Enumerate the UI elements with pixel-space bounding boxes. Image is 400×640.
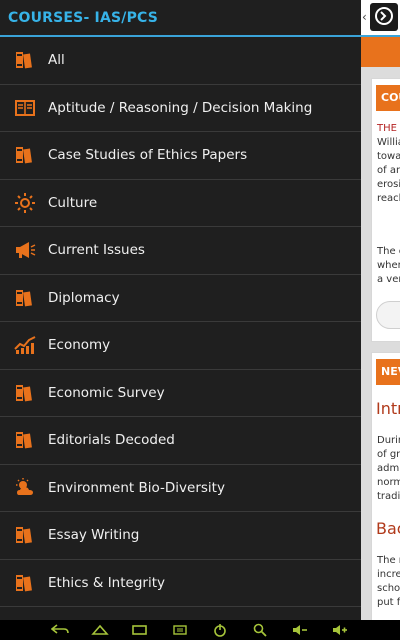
app-logo[interactable] <box>370 3 398 31</box>
books-icon <box>14 524 36 546</box>
menu-item-economic-survey[interactable]: Economic Survey <box>0 370 361 417</box>
category-list: All Aptitude / Reasoning / Decision Makin… <box>0 37 361 607</box>
menu-item-culture[interactable]: Culture <box>0 180 361 227</box>
card-line: THE C <box>377 123 400 134</box>
back-chevron-icon[interactable]: ‹ <box>362 10 367 24</box>
news-line: The n <box>377 555 400 566</box>
card-line: erosi <box>377 179 400 190</box>
book-list-icon <box>14 97 36 119</box>
menu-item-ethics-integrity[interactable]: Ethics & Integrity <box>0 560 361 607</box>
menu-item-label: Economy <box>48 337 111 354</box>
system-nav-bar <box>0 620 400 640</box>
courses-card-header: COU <box>376 85 400 111</box>
news-title: Intr <box>376 399 400 418</box>
menu-icon[interactable] <box>171 623 189 637</box>
menu-item-economy[interactable]: Economy <box>0 322 361 370</box>
news-subtitle: Bac <box>376 519 400 538</box>
card-line: Willia <box>377 137 400 148</box>
menu-item-label: Culture <box>48 194 98 211</box>
books-icon <box>14 144 36 166</box>
sun-icon <box>14 192 36 214</box>
news-card-header: NEV <box>376 359 400 385</box>
menu-item-label: Environment Bio-Diversity <box>48 479 225 496</box>
books-icon <box>14 382 36 404</box>
menu-item-label: Case Studies of Ethics Papers <box>48 147 248 164</box>
drawer-title: COURSES- IAS/PCS <box>8 9 159 26</box>
news-line: put fo <box>377 597 400 608</box>
news-line: admi <box>377 463 400 474</box>
menu-item-label: Economic Survey <box>48 384 165 401</box>
menu-item-environment-bio-diversity[interactable]: Environment Bio-Diversity <box>0 465 361 512</box>
menu-item-label: Editorials Decoded <box>48 432 175 449</box>
books-icon <box>14 572 36 594</box>
read-more-button[interactable] <box>376 301 400 329</box>
back-icon[interactable] <box>51 623 69 637</box>
menu-item-label: Ethics & Integrity <box>48 574 165 591</box>
news-line: norm <box>377 477 400 488</box>
news-line: of gri <box>377 449 400 460</box>
search-icon[interactable] <box>251 623 269 637</box>
menu-item-all[interactable]: All <box>0 37 361 85</box>
news-line: Durin <box>377 435 400 446</box>
menu-item-diplomacy[interactable]: Diplomacy <box>0 275 361 322</box>
content-orange-bar <box>361 37 400 67</box>
card-line: wher <box>377 260 400 271</box>
card-line: of an <box>377 165 400 176</box>
power-icon[interactable] <box>211 623 229 637</box>
news-line: schol <box>377 583 400 594</box>
menu-item-label: Aptitude / Reasoning / Decision Making <box>48 99 313 116</box>
courses-card[interactable]: COU THE C Willia towa of an erosi reach … <box>371 78 400 342</box>
menu-item-label: Diplomacy <box>48 289 120 306</box>
menu-item-essay-writing[interactable]: Essay Writing <box>0 512 361 560</box>
card-line: a ver <box>377 274 400 285</box>
content-panel: ‹ COU THE C Willia towa of an erosi reac… <box>361 0 400 620</box>
volume-up-icon[interactable] <box>331 623 349 637</box>
menu-item-current-issues[interactable]: Current Issues <box>0 227 361 275</box>
volume-down-icon[interactable] <box>291 623 309 637</box>
menu-item-label: Essay Writing <box>48 527 140 544</box>
home-icon[interactable] <box>91 623 109 637</box>
menu-item-aptitude-reasoning-decision-making[interactable]: Aptitude / Reasoning / Decision Making <box>0 85 361 132</box>
books-icon <box>14 287 36 309</box>
menu-item-editorials-decoded[interactable]: Editorials Decoded <box>0 417 361 465</box>
weather-icon <box>14 477 36 499</box>
card-line: The c <box>377 246 400 257</box>
news-line: tradit <box>377 491 400 502</box>
card-line: towa <box>377 151 400 162</box>
menu-item-case-studies-of-ethics-papers[interactable]: Case Studies of Ethics Papers <box>0 132 361 180</box>
news-line: incre <box>377 569 400 580</box>
recent-apps-icon[interactable] <box>131 623 149 637</box>
content-topbar: ‹ <box>361 0 400 37</box>
books-icon <box>14 49 36 71</box>
menu-item-label: All <box>48 52 65 69</box>
chart-icon <box>14 334 36 356</box>
menu-item-label: Current Issues <box>48 242 145 259</box>
books-icon <box>14 429 36 451</box>
card-line: reach <box>377 193 400 204</box>
megaphone-icon <box>14 239 36 261</box>
navigation-drawer: COURSES- IAS/PCS All Aptitude / Reasoning… <box>0 0 361 620</box>
news-card[interactable]: NEV Intr Durin of gri admi norm tradit B… <box>371 352 400 620</box>
drawer-header: COURSES- IAS/PCS <box>0 0 361 37</box>
